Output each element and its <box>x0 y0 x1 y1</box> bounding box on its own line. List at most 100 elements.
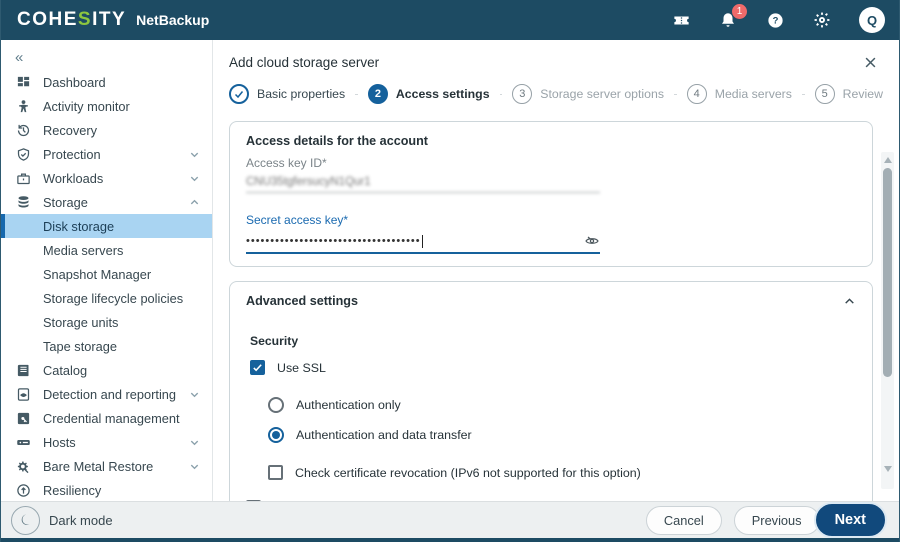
step-circle: 1 <box>229 84 249 104</box>
sidebar-item-disk-storage[interactable]: Disk storage <box>1 214 212 238</box>
svg-text:?: ? <box>772 15 778 26</box>
avatar[interactable]: Q <box>859 7 885 33</box>
sidebar-item-label: Recovery <box>43 122 98 138</box>
help-icon[interactable]: ? <box>765 10 785 30</box>
brand-logo: COHESITY NetBackup <box>17 9 209 31</box>
cohesity-logo: COHESITY <box>17 9 127 30</box>
vertical-scrollbar[interactable] <box>881 152 894 489</box>
step-basic-properties[interactable]: 1 Basic properties <box>229 84 345 104</box>
chevron-down-icon[interactable] <box>189 389 200 400</box>
sidebar-item-label: Snapshot Manager <box>43 266 152 282</box>
step-connector <box>673 93 677 95</box>
show-password-eye-icon[interactable] <box>584 233 600 249</box>
activity-monitor-icon <box>15 98 32 115</box>
footer-bar: Dark mode Cancel Previous Next <box>1 501 899 538</box>
top-header-bar: COHESITY NetBackup 1 ? Q <box>1 0 899 40</box>
sidebar-item-label: Media servers <box>43 242 124 258</box>
main-content: Add cloud storage server 1 Basic propert… <box>213 40 899 501</box>
access-key-input[interactable]: CNU35tgfersucyN1Qur1 <box>246 176 600 193</box>
sidebar-item-catalog[interactable]: Catalog <box>1 358 212 382</box>
sidebar-item-storage-lifecycle-policies[interactable]: Storage lifecycle policies <box>1 286 212 310</box>
sidebar-item-credential-management[interactable]: Credential management <box>1 406 212 430</box>
enable-server-side-encryption-checkbox[interactable] <box>246 500 261 501</box>
recovery-history-icon <box>15 122 32 139</box>
sidebar-item-activity-monitor[interactable]: Activity monitor <box>1 94 212 118</box>
dark-mode-label: Dark mode <box>49 512 113 528</box>
briefcase-icon <box>15 170 32 187</box>
scroll-down-arrow[interactable] <box>881 463 894 475</box>
product-name: NetBackup <box>136 12 210 28</box>
database-icon <box>15 194 32 211</box>
license-ticket-icon[interactable] <box>671 10 691 30</box>
sidebar-item-label: Detection and reporting <box>43 386 177 402</box>
authentication-and-data-transfer-label: Authentication and data transfer <box>296 428 472 442</box>
step-connector <box>355 93 358 95</box>
cancel-button[interactable]: Cancel <box>645 505 722 535</box>
sidebar-item-hosts[interactable]: Hosts <box>1 430 212 454</box>
sidebar-item-label: Disk storage <box>43 218 115 234</box>
step-circle: 2 <box>367 84 388 104</box>
sidebar-item-snapshot-manager[interactable]: Snapshot Manager <box>1 262 212 286</box>
gear-wrench-icon <box>15 458 32 475</box>
step-circle: 3 <box>512 84 533 104</box>
sidebar-item-label: Hosts <box>43 434 76 450</box>
dark-mode-toggle[interactable]: Dark mode <box>11 505 113 535</box>
sidebar-item-recovery[interactable]: Recovery <box>1 118 212 142</box>
sidebar-item-label: Storage lifecycle policies <box>43 290 184 306</box>
settings-gear-icon[interactable] <box>812 10 832 30</box>
chevron-down-icon[interactable] <box>189 149 200 160</box>
sidebar-item-label: Dashboard <box>43 74 106 90</box>
previous-button[interactable]: Previous <box>733 505 820 535</box>
step-storage-server-options[interactable]: 3 Storage server options <box>512 84 664 104</box>
sidebar-item-label: Credential management <box>43 410 180 426</box>
wizard-form-area: Access details for the account Access ke… <box>213 107 899 501</box>
wizard-stepper: 1 Basic properties 2 Access settings <box>229 81 883 107</box>
sidebar-item-detection-and-reporting[interactable]: Detection and reporting <box>1 382 212 406</box>
sidebar-item-label: Storage units <box>43 314 119 330</box>
sidebar-item-label: Resiliency <box>43 482 102 498</box>
report-document-icon <box>15 386 32 403</box>
step-connector <box>499 93 503 95</box>
scrollbar-thumb[interactable] <box>883 168 892 377</box>
use-ssl-checkbox[interactable] <box>250 360 265 375</box>
authentication-only-radio[interactable] <box>268 397 284 413</box>
sidebar-item-dashboard[interactable]: Dashboard <box>1 70 212 94</box>
sidebar-item-storage[interactable]: Storage <box>1 190 212 214</box>
sidebar-item-media-servers[interactable]: Media servers <box>1 238 212 262</box>
hosts-server-icon <box>15 434 32 451</box>
sidebar-item-bare-metal-restore[interactable]: Bare Metal Restore <box>1 454 212 478</box>
close-icon[interactable] <box>861 53 879 71</box>
scroll-up-arrow[interactable] <box>881 154 894 166</box>
chevron-up-icon[interactable] <box>189 197 200 208</box>
sidebar-item-tape-storage[interactable]: Tape storage <box>1 334 212 358</box>
step-review[interactable]: 5 Review <box>814 84 883 104</box>
notifications-bell-icon[interactable]: 1 <box>718 4 747 30</box>
shield-check-icon <box>15 146 32 163</box>
step-media-servers[interactable]: 4 Media servers <box>686 84 792 104</box>
step-connector <box>801 93 805 95</box>
sidebar-item-storage-units[interactable]: Storage units <box>1 310 212 334</box>
sidebar-nav: « Dashboard Activity monitor Recovery Pr… <box>1 40 213 501</box>
step-access-settings[interactable]: 2 Access settings <box>367 84 490 104</box>
sidebar-collapse-button[interactable]: « <box>1 44 212 70</box>
dashboard-icon <box>15 74 32 91</box>
moon-icon <box>11 505 40 535</box>
sidebar-item-resiliency[interactable]: Resiliency <box>1 478 212 501</box>
chevron-down-icon[interactable] <box>189 461 200 472</box>
sidebar-item-label: Workloads <box>43 170 104 186</box>
advanced-settings-card: Advanced settings Security Use SSL Authe… <box>229 281 873 501</box>
sidebar-item-protection[interactable]: Protection <box>1 142 212 166</box>
collapse-section-chevron-up-icon[interactable] <box>843 295 856 308</box>
sidebar-item-workloads[interactable]: Workloads <box>1 166 212 190</box>
window-bottom-edge <box>1 538 899 542</box>
wizard-title: Add cloud storage server <box>229 54 380 70</box>
sidebar-item-label: Protection <box>43 146 101 162</box>
next-button[interactable]: Next <box>813 502 887 538</box>
secret-key-input[interactable]: •••••••••••••••••••••••••••••••••••• <box>246 233 600 254</box>
sidebar-item-label: Catalog <box>43 362 88 378</box>
chevron-down-icon[interactable] <box>189 173 200 184</box>
authentication-and-data-transfer-radio[interactable] <box>268 427 284 443</box>
secret-key-label: Secret access key* <box>246 213 349 227</box>
chevron-down-icon[interactable] <box>189 437 200 448</box>
check-certificate-revocation-checkbox[interactable] <box>268 465 283 480</box>
